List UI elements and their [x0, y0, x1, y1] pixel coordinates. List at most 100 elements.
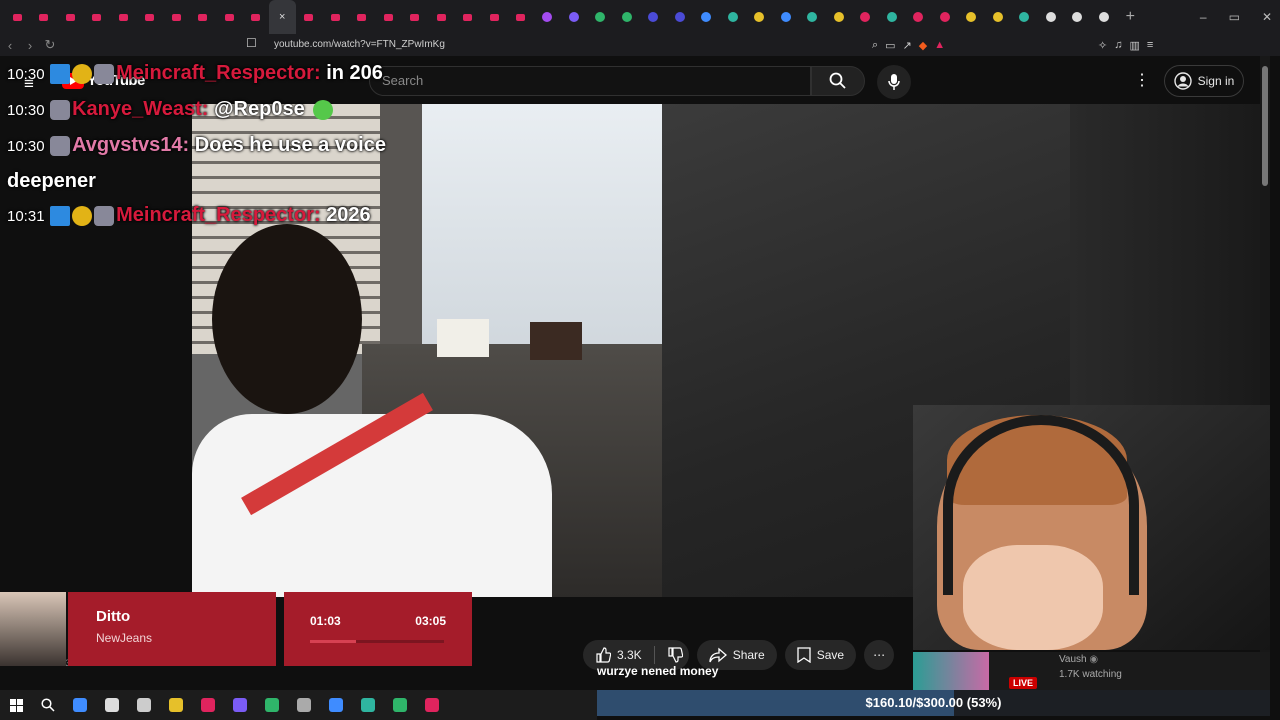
now-playing-card: Ditto NewJeans — [68, 592, 276, 666]
browser-tab[interactable] — [799, 0, 826, 34]
browser-tab[interactable] — [296, 0, 323, 34]
voice-search-button[interactable] — [877, 65, 911, 99]
share-icon — [709, 647, 727, 663]
close-tab-icon[interactable]: × — [279, 11, 285, 23]
taskbar-app-button[interactable] — [96, 690, 128, 720]
taskbar-app-button[interactable] — [160, 690, 192, 720]
taskbar-app-button[interactable] — [224, 690, 256, 720]
tab-favicon-icon — [621, 12, 632, 22]
browser-tab[interactable] — [402, 0, 429, 34]
browser-tab[interactable] — [57, 0, 84, 34]
zoom-icon[interactable]: ⌕ — [872, 39, 878, 52]
maximize-button[interactable]: ▭ — [1229, 10, 1240, 24]
browser-tab[interactable] — [561, 0, 588, 34]
new-tab-button[interactable]: + — [1117, 0, 1144, 34]
media-icon[interactable]: ♫ — [1114, 39, 1122, 51]
settings-menu-icon[interactable]: ⋮ — [1134, 70, 1150, 90]
browser-tab[interactable] — [852, 0, 879, 34]
menu-icon[interactable]: ≡ — [1147, 39, 1153, 51]
browser-tab[interactable] — [720, 0, 747, 34]
taskbar-app-button[interactable] — [320, 690, 352, 720]
windows-taskbar — [0, 690, 597, 720]
taskbar-app-button[interactable] — [128, 690, 160, 720]
browser-tab[interactable] — [375, 0, 402, 34]
close-window-button[interactable]: ✕ — [1262, 10, 1272, 24]
tab-favicon-icon — [357, 13, 367, 21]
tab-favicon-icon — [886, 12, 897, 22]
browser-tab[interactable] — [746, 0, 773, 34]
browser-tab[interactable] — [481, 0, 508, 34]
browser-tab[interactable] — [614, 0, 641, 34]
browser-tab[interactable] — [534, 0, 561, 34]
taskbar-app-button[interactable] — [352, 690, 384, 720]
album-art — [0, 592, 66, 666]
browser-tab[interactable] — [667, 0, 694, 34]
live-stream-card[interactable]: LIVE Vaush ◉ 1.7K watching — [913, 652, 1270, 690]
browser-tab[interactable] — [322, 0, 349, 34]
extensions-icon[interactable]: ✧ — [1098, 39, 1107, 52]
sidebar-icon[interactable]: ▥ — [1129, 39, 1139, 52]
taskbar-app-button[interactable] — [384, 690, 416, 720]
browser-tab[interactable] — [163, 0, 190, 34]
browser-tab[interactable] — [1091, 0, 1118, 34]
brave-shield-icon[interactable]: ◆ — [919, 39, 927, 52]
browser-tab[interactable] — [190, 0, 217, 34]
search-button[interactable] — [811, 66, 865, 96]
tab-favicon-icon — [966, 12, 977, 22]
extension-icons: ✧ ♫ ▥ ≡ — [1098, 34, 1153, 56]
more-actions-button[interactable]: ⋯ — [864, 640, 895, 670]
taskbar-app-button[interactable] — [256, 690, 288, 720]
tab-bar: × + — [0, 0, 1280, 34]
donation-goal-text: $160.10/$300.00 (53%) — [865, 695, 1002, 710]
browser-tab[interactable] — [216, 0, 243, 34]
taskbar-app-button[interactable] — [288, 690, 320, 720]
start-button[interactable] — [0, 690, 32, 720]
browser-tab[interactable] — [985, 0, 1012, 34]
taskbar-app-button[interactable] — [192, 690, 224, 720]
browser-tab[interactable] — [110, 0, 137, 34]
browser-tab[interactable] — [958, 0, 985, 34]
browser-tab[interactable] — [879, 0, 906, 34]
chat-badge-icon — [50, 63, 71, 84]
browser-tab[interactable] — [243, 0, 270, 34]
sign-in-button[interactable]: Sign in — [1164, 65, 1244, 97]
search-input[interactable]: Search — [369, 66, 811, 96]
browser-tab[interactable] — [773, 0, 800, 34]
scrollbar-thumb[interactable] — [1262, 66, 1268, 186]
taskbar-app-button[interactable] — [416, 690, 448, 720]
bookmark-icon[interactable]: ☐ — [246, 36, 257, 50]
tab-favicon-icon — [463, 13, 473, 21]
browser-tab[interactable] — [932, 0, 959, 34]
browser-tab[interactable] — [31, 0, 58, 34]
tab-favicon-icon — [65, 13, 75, 21]
browser-tab[interactable] — [349, 0, 376, 34]
save-button[interactable]: Save — [784, 640, 857, 670]
taskbar-app-button[interactable] — [64, 690, 96, 720]
browser-tab[interactable] — [428, 0, 455, 34]
search-taskbar-button[interactable] — [32, 690, 64, 720]
back-icon[interactable]: ‹ — [0, 38, 20, 53]
reload-icon[interactable]: ↻ — [40, 37, 60, 53]
thumbs-down-icon[interactable] — [667, 647, 683, 663]
browser-tab[interactable] — [1011, 0, 1038, 34]
forward-icon[interactable]: › — [20, 38, 40, 53]
browser-tab[interactable] — [693, 0, 720, 34]
browser-tab[interactable] — [1038, 0, 1065, 34]
browser-tab[interactable] — [826, 0, 853, 34]
song-title: Ditto — [96, 608, 131, 625]
browser-tab[interactable] — [455, 0, 482, 34]
browser-tab[interactable]: × — [269, 0, 296, 34]
browser-tab[interactable] — [640, 0, 667, 34]
browser-tab[interactable] — [905, 0, 932, 34]
url-field[interactable]: youtube.com/watch?v=FTN_ZPwImKg — [274, 34, 445, 56]
browser-tab[interactable] — [508, 0, 535, 34]
share-page-icon[interactable]: ↗ — [903, 39, 912, 52]
browser-tab[interactable] — [84, 0, 111, 34]
browser-tab[interactable] — [137, 0, 164, 34]
browser-tab[interactable] — [4, 0, 31, 34]
browser-tab[interactable] — [1064, 0, 1091, 34]
browser-tab[interactable] — [587, 0, 614, 34]
brave-rewards-icon[interactable]: ▲ — [934, 39, 945, 51]
minimize-button[interactable]: – — [1200, 10, 1207, 24]
cast-icon[interactable]: ▭ — [885, 39, 895, 52]
